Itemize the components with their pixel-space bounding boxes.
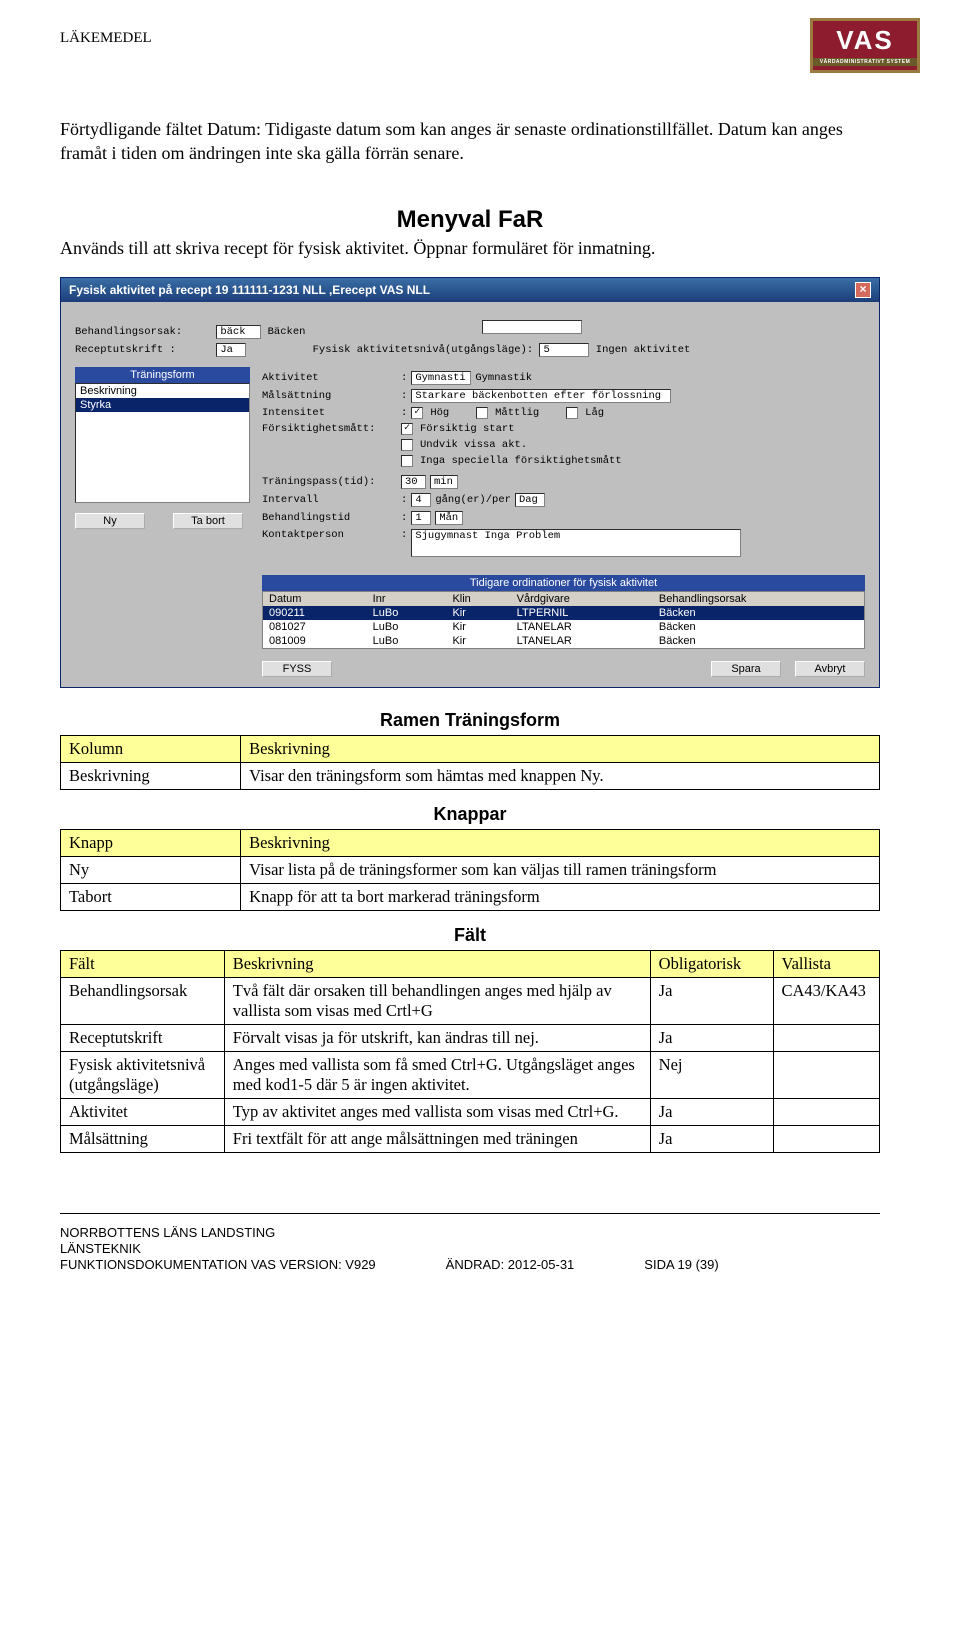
checkbox-hog[interactable]: ✓ xyxy=(411,407,423,419)
table2-title: Knappar xyxy=(60,804,880,825)
ord-col-klin: Klin xyxy=(446,591,510,606)
fyss-button[interactable]: FYSS xyxy=(262,661,332,677)
table-row: TabortKnapp för att ta bort markerad trä… xyxy=(61,883,880,910)
intervall-label: Intervall xyxy=(262,494,397,506)
behandlingsorsak-text: Bäcken xyxy=(268,326,306,338)
ordinations-title: Tidigare ordinationer för fysisk aktivit… xyxy=(262,575,865,591)
ord-col-orsak: Behandlingsorsak xyxy=(653,591,865,606)
traningsform-list[interactable]: Beskrivning Styrka xyxy=(75,383,250,503)
kontaktperson-field[interactable]: Sjugymnast Inga Problem xyxy=(411,529,741,557)
traningspass-label: Träningspass(tid): xyxy=(262,476,397,488)
avbryt-button[interactable]: Avbryt xyxy=(795,661,865,677)
fysniva-label: Fysisk aktivitetsnivå(utgångsläge): xyxy=(313,344,534,356)
window-title: Fysisk aktivitet på recept 19 111111-123… xyxy=(69,283,430,297)
vas-logo: VAS VÅRDADMINISTRATIVT SYSTEM xyxy=(810,18,920,73)
receptutskrift-label: Receptutskrift : xyxy=(75,344,210,356)
table-ramen-traningsform: KolumnBeskrivning BeskrivningVisar den t… xyxy=(60,735,880,790)
receptutskrift-field[interactable]: Ja xyxy=(216,343,246,357)
empty-field[interactable] xyxy=(482,320,582,334)
logo-main-text: VAS xyxy=(836,25,894,56)
behandlingstid-unit-field[interactable]: Mån xyxy=(435,511,463,525)
table-row: NyVisar lista på de träningsformer som k… xyxy=(61,856,880,883)
intervall-field[interactable]: 4 xyxy=(411,493,431,507)
forsiktighet-label: Försiktighetsmått: xyxy=(262,423,397,435)
aktivitet-label: Aktivitet xyxy=(262,372,397,384)
page-header-label: LÄKEMEDEL xyxy=(60,30,880,47)
app-window: Fysisk aktivitet på recept 19 111111-123… xyxy=(60,277,880,688)
behandlingsorsak-label: Behandlingsorsak: xyxy=(75,326,210,338)
fysniva-field[interactable]: 5 xyxy=(539,343,589,357)
ny-button[interactable]: Ny xyxy=(75,513,145,529)
mattlig-label: Måttlig xyxy=(495,407,539,419)
logo-sub-text: VÅRDADMINISTRATIVT SYSTEM xyxy=(813,58,917,66)
traningspass-field[interactable]: 30 xyxy=(401,475,426,489)
checkbox-fors3[interactable] xyxy=(401,455,413,467)
ord-col-datum: Datum xyxy=(263,591,367,606)
table-row[interactable]: 081009LuBoKirLTANELARBäcken xyxy=(263,634,865,649)
lag-label: Låg xyxy=(585,407,604,419)
close-icon[interactable]: × xyxy=(855,282,871,298)
list-item[interactable]: Styrka xyxy=(76,398,249,412)
table-falt: Fält Beskrivning Obligatorisk Vallista B… xyxy=(60,950,880,1153)
footer-doc-version: FUNKTIONSDOKUMENTATION VAS VERSION: V929 xyxy=(60,1257,376,1272)
fysniva-text: Ingen aktivitet xyxy=(596,344,691,356)
aktivitet-text: Gymnastik xyxy=(475,372,532,384)
window-titlebar: Fysisk aktivitet på recept 19 111111-123… xyxy=(61,278,879,302)
checkbox-fors1[interactable]: ✓ xyxy=(401,423,413,435)
intervall-mid: gång(er)/per xyxy=(435,494,511,506)
ord-col-vardgivare: Vårdgivare xyxy=(511,591,653,606)
behandlingsorsak-field[interactable]: bäck xyxy=(216,325,261,339)
spara-button[interactable]: Spara xyxy=(711,661,781,677)
intro-paragraph: Förtydligande fältet Datum: Tidigaste da… xyxy=(60,117,880,166)
kontaktperson-label: Kontaktperson xyxy=(262,529,397,541)
aktivitet-field[interactable]: Gymnasti xyxy=(411,371,471,385)
behandlingstid-label: Behandlingstid xyxy=(262,512,397,524)
footer-changed: ÄNDRAD: 2012-05-31 xyxy=(446,1257,575,1272)
fors2-label: Undvik vissa akt. xyxy=(420,439,527,451)
table-row: MålsättningFri textfält för att ange mål… xyxy=(61,1125,880,1152)
traningsform-list-header: Träningsform xyxy=(75,367,250,383)
fors1-label: Försiktig start xyxy=(420,423,515,435)
section-sub: Används till att skriva recept för fysis… xyxy=(60,238,880,259)
checkbox-fors2[interactable] xyxy=(401,439,413,451)
behandlingstid-field[interactable]: 1 xyxy=(411,511,431,525)
ordinations-table: Datum Inr Klin Vårdgivare Behandlingsors… xyxy=(262,591,865,649)
table-row: Fysisk aktivitetsnivå (utgångsläge)Anges… xyxy=(61,1051,880,1098)
intensitet-label: Intensitet xyxy=(262,407,397,419)
table-row: ReceptutskriftFörvalt visas ja för utskr… xyxy=(61,1024,880,1051)
table-row: BehandlingsorsakTvå fält där orsaken til… xyxy=(61,977,880,1024)
footer-org: NORRBOTTENS LÄNS LANDSTING xyxy=(60,1225,719,1240)
fors3-label: Inga speciella försiktighetsmått xyxy=(420,455,622,467)
malsattning-label: Målsättning xyxy=(262,390,397,402)
table-knappar: KnappBeskrivning NyVisar lista på de trä… xyxy=(60,829,880,911)
intervall-unit-field[interactable]: Dag xyxy=(515,493,545,507)
checkbox-lag[interactable] xyxy=(566,407,578,419)
hog-label: Hög xyxy=(430,407,449,419)
traningspass-unit-field[interactable]: min xyxy=(430,475,458,489)
footer-dept: LÄNSTEKNIK xyxy=(60,1241,719,1256)
table3-title: Fält xyxy=(60,925,880,946)
table-row[interactable]: 081027LuBoKirLTANELARBäcken xyxy=(263,620,865,634)
table-row[interactable]: 090211LuBoKirLTPERNILBäcken xyxy=(263,606,865,620)
table-row: BeskrivningVisar den träningsform som hä… xyxy=(61,762,880,789)
page-footer: NORRBOTTENS LÄNS LANDSTING LÄNSTEKNIK FU… xyxy=(60,1213,880,1273)
section-title: Menyval FaR xyxy=(60,206,880,234)
tabort-button[interactable]: Ta bort xyxy=(173,513,243,529)
list-item[interactable]: Beskrivning xyxy=(76,384,249,398)
checkbox-mattlig[interactable] xyxy=(476,407,488,419)
table-row: AktivitetTyp av aktivitet anges med vall… xyxy=(61,1098,880,1125)
malsattning-field[interactable]: Starkare bäckenbotten efter förlossning xyxy=(411,389,671,403)
footer-page: SIDA 19 (39) xyxy=(644,1257,718,1272)
ord-col-inr: Inr xyxy=(367,591,447,606)
table1-title: Ramen Träningsform xyxy=(60,710,880,731)
